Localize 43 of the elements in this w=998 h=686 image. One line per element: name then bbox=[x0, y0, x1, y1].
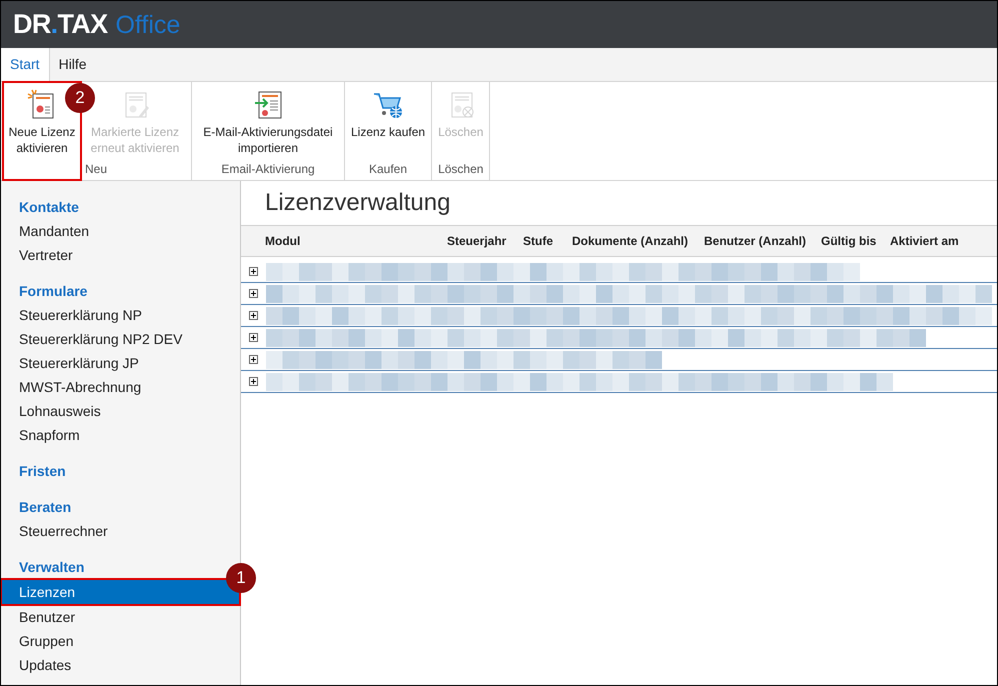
ribbon-group-label: Löschen bbox=[438, 161, 484, 178]
ribbon-group-label: Kaufen bbox=[369, 161, 408, 178]
callout-badge: 1 bbox=[226, 563, 256, 593]
sidebar-item[interactable]: Snapform bbox=[1, 423, 240, 447]
expand-icon[interactable] bbox=[249, 377, 258, 386]
section-heading: Beraten bbox=[18, 498, 72, 517]
ribbon-button[interactable]: Lizenz kaufen bbox=[347, 82, 430, 156]
ribbon-tab[interactable]: Hilfe bbox=[50, 48, 96, 81]
column-header[interactable]: Steuerjahr bbox=[447, 232, 523, 250]
sidebar-item[interactable]: Mandanten bbox=[1, 219, 240, 243]
sidebar-item[interactable]: Vertreter bbox=[1, 243, 240, 267]
page-title: Lizenzverwaltung bbox=[264, 188, 452, 218]
column-header[interactable]: Dokumente (Anzahl) bbox=[572, 232, 704, 250]
app-logo: DR.TAX Office bbox=[13, 8, 180, 42]
section-heading: Fristen bbox=[18, 462, 67, 481]
column-header[interactable]: Modul bbox=[265, 232, 447, 250]
section-heading: Verwalten bbox=[18, 558, 86, 577]
column-header[interactable]: Stufe bbox=[523, 232, 572, 250]
sidebar-item[interactable]: MWST-Abrechnung bbox=[1, 375, 240, 399]
sidebar-item[interactable]: Benutzer bbox=[1, 605, 240, 629]
sidebar-item[interactable]: Lohnausweis bbox=[1, 399, 240, 423]
sidebar-item[interactable]: Steuererklärung NP2 DEV bbox=[1, 327, 240, 351]
expand-icon[interactable] bbox=[249, 355, 258, 364]
ribbon-group-label: Email-Aktivierung bbox=[221, 161, 315, 178]
column-header[interactable]: Gültig bis bbox=[821, 232, 890, 250]
expand-icon[interactable] bbox=[249, 333, 258, 342]
column-header[interactable]: Benutzer (Anzahl) bbox=[704, 232, 821, 250]
column-header[interactable]: Aktiviert am bbox=[890, 232, 990, 250]
ribbon-group-label: Neu bbox=[84, 161, 107, 178]
sidebar-item[interactable]: Steuererklärung NP bbox=[1, 303, 240, 327]
sidebar-item[interactable]: Updates bbox=[1, 653, 240, 677]
expand-icon[interactable] bbox=[249, 267, 258, 276]
expand-icon[interactable] bbox=[249, 311, 258, 320]
sidebar-item[interactable]: Steuererklärung JP bbox=[1, 351, 240, 375]
callout-badge: 2 bbox=[65, 83, 95, 113]
section-heading: Formulare bbox=[18, 282, 88, 301]
ribbon-button[interactable]: E-Mail-Aktivierungsdatei importieren bbox=[194, 82, 342, 156]
section-heading: Kontakte bbox=[18, 198, 80, 217]
sidebar-item[interactable]: Steuerrechner bbox=[1, 519, 240, 543]
ribbon-tab[interactable]: Start bbox=[1, 48, 50, 81]
sidebar-item[interactable]: Gruppen bbox=[1, 629, 240, 653]
expand-icon[interactable] bbox=[249, 289, 258, 298]
sidebar-item[interactable]: Lizenzen bbox=[1, 579, 240, 605]
